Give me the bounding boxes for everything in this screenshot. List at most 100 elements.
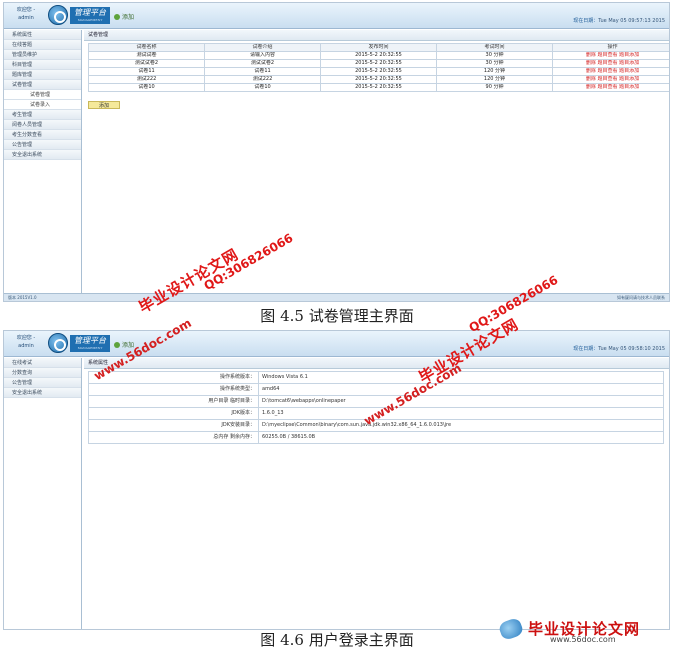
- table-cell: 测试222: [88, 75, 205, 84]
- table-cell: 90 分钟: [436, 83, 553, 92]
- top-bar: 欢迎您 - admin 管理平台 MANAGEMENT PLATFORM 添加 …: [4, 331, 669, 357]
- main-content: 系统属性 操作系统版本： Windows Vista 6.1 操作系统类型： a…: [84, 358, 669, 629]
- status-contact: 如有疑问请与技术人员联系: [617, 295, 665, 300]
- table-cell: 试卷11: [204, 67, 321, 76]
- brand-subtitle: MANAGEMENT PLATFORM: [77, 18, 103, 27]
- table-header-row: 试卷名称 试卷介绍 发布时间 考试时间 操作: [88, 43, 669, 52]
- sidebar-item-notice-management[interactable]: 公告管理: [4, 378, 81, 388]
- table-cell: 试卷10: [204, 83, 321, 92]
- column-header: 发布时间: [320, 43, 437, 52]
- column-header: 试卷介绍: [204, 43, 321, 52]
- sidebar-item-subject-management[interactable]: 科目管理: [4, 60, 81, 70]
- info-value: D:\myeclipse\Common\binary\com.sun.java.…: [258, 419, 664, 432]
- sidebar-item-grader-management[interactable]: 阅卷人员管理: [4, 120, 81, 130]
- sidebar-item-logout[interactable]: 安全退出系统: [4, 388, 81, 398]
- brand-title: 管理平台: [74, 8, 106, 17]
- panel-title: 系统属性: [84, 358, 669, 369]
- column-header: 考试时间: [436, 43, 553, 52]
- table-row: 试卷11 试卷11 2015-5-2 20:32:55 120 分钟 删除 题目…: [88, 67, 669, 76]
- table-cell: 2015-5-2 20:32:55: [320, 75, 437, 84]
- sidebar-item-question-bank[interactable]: 题库管理: [4, 70, 81, 80]
- info-value: D:\tomcat6\webapps\onlinepaper: [258, 395, 664, 408]
- brand-title: 管理平台: [74, 336, 106, 345]
- status-bar: 版本 2015V1.0 如有疑问请与技术人员联系: [4, 293, 669, 301]
- table-cell: 120 分钟: [436, 75, 553, 84]
- table-row: 测试试卷 请输入内容 2015-5-2 20:32:55 30 分钟 删除 题目…: [88, 51, 669, 60]
- table-cell: 测试试卷2: [204, 59, 321, 68]
- table-row: 总内存 剩余内存： 60255.0B / 38615.0B: [88, 431, 664, 444]
- figure-caption-1: 图 4.5 试卷管理主界面: [260, 307, 414, 325]
- top-bar: 欢迎您 - admin 管理平台 MANAGEMENT PLATFORM 添加 …: [4, 3, 669, 29]
- screenshot-exam-management: 欢迎您 - admin 管理平台 MANAGEMENT PLATFORM 添加 …: [3, 2, 670, 302]
- sidebar-subitem-exam-management[interactable]: 试卷管理: [4, 90, 81, 100]
- table-cell: 测试试卷: [88, 51, 205, 60]
- site-logo-url: www.56doc.com: [550, 635, 616, 644]
- table-cell: 30 分钟: [436, 59, 553, 68]
- main-content: 试卷管理 试卷名称 试卷介绍 发布时间 考试时间 操作 测试试卷 请输入内容 2…: [84, 30, 669, 301]
- column-header: 试卷名称: [88, 43, 205, 52]
- plus-icon: [114, 14, 120, 20]
- table-cell: 2015-5-2 20:32:55: [320, 59, 437, 68]
- table-row: 试卷10 试卷10 2015-5-2 20:32:55 90 分钟 删除 题目查…: [88, 83, 669, 92]
- table-cell: 2015-5-2 20:32:55: [320, 83, 437, 92]
- brand-logo: 管理平台 MANAGEMENT PLATFORM: [70, 335, 110, 355]
- table-cell: 2015-5-2 20:32:55: [320, 51, 437, 60]
- sidebar-subitem-exam-entry[interactable]: 试卷录入: [4, 100, 81, 110]
- logo-icon: [48, 333, 68, 353]
- info-value: 60255.0B / 38615.0B: [258, 431, 664, 444]
- row-actions[interactable]: 删除 题目查看 题目添加: [552, 67, 669, 76]
- sidebar-item-admin-maintenance[interactable]: 管理员维护: [4, 50, 81, 60]
- column-header: 操作: [552, 43, 669, 52]
- top-add-label: 添加: [122, 14, 135, 21]
- sidebar-item-score-query[interactable]: 分数查询: [4, 368, 81, 378]
- sidebar-item-system-properties[interactable]: 系统属性: [4, 30, 81, 40]
- sidebar-item-online-answer[interactable]: 在线答题: [4, 40, 81, 50]
- row-actions[interactable]: 删除 题目查看 题目添加: [552, 51, 669, 60]
- user-greeting-text: 欢迎您 -: [16, 7, 36, 13]
- sidebar: 在线考试 分数查询 公告管理 安全退出系统: [4, 358, 82, 629]
- site-logo: 毕业设计论文网 www.56doc.com: [497, 616, 668, 646]
- info-key: 用户目录 临时目录：: [88, 395, 259, 408]
- table-cell: 测试试卷2: [88, 59, 205, 68]
- user-name: admin: [18, 15, 34, 21]
- table-cell: 30 分钟: [436, 51, 553, 60]
- sidebar: 系统属性 在线答题 管理员维护 科目管理 题库管理 试卷管理 试卷管理 试卷录入…: [4, 30, 82, 301]
- status-version: 版本 2015V1.0: [8, 295, 37, 300]
- brand-logo: 管理平台 MANAGEMENT PLATFORM: [70, 7, 110, 27]
- sidebar-item-notice-management[interactable]: 公告管理: [4, 140, 81, 150]
- info-value: 1.6.0_13: [258, 407, 664, 420]
- info-key: 操作系统类型：: [88, 383, 259, 396]
- table-cell: 测试222: [204, 75, 321, 84]
- row-actions[interactable]: 删除 题目查看 题目添加: [552, 59, 669, 68]
- info-value: amd64: [258, 383, 664, 396]
- table-row: 用户目录 临时目录： D:\tomcat6\webapps\onlinepape…: [88, 395, 664, 408]
- date-label: 现在日期：: [573, 18, 599, 24]
- table-cell: 试卷10: [88, 83, 205, 92]
- exam-table: 试卷名称 试卷介绍 发布时间 考试时间 操作 测试试卷 请输入内容 2015-5…: [88, 43, 669, 92]
- table-cell: 试卷11: [88, 67, 205, 76]
- date-value: Tue May 05 09:58:10 2015: [598, 346, 665, 352]
- sidebar-item-exam-management[interactable]: 试卷管理: [4, 80, 81, 90]
- top-add-button[interactable]: 添加: [114, 12, 134, 21]
- sidebar-item-logout[interactable]: 安全退出系统: [4, 150, 81, 160]
- sidebar-item-student-management[interactable]: 考生管理: [4, 110, 81, 120]
- add-exam-button[interactable]: 添加: [88, 101, 120, 109]
- current-date: 现在日期：Tue May 05 09:57:13 2015: [573, 17, 665, 24]
- user-greeting: 欢迎您 - admin: [6, 6, 46, 26]
- row-actions[interactable]: 删除 题目查看 题目添加: [552, 83, 669, 92]
- site-logo-icon: [497, 616, 525, 642]
- table-row: 操作系统版本： Windows Vista 6.1: [88, 371, 664, 384]
- row-actions[interactable]: 删除 题目查看 题目添加: [552, 75, 669, 84]
- user-greeting: 欢迎您 - admin: [6, 334, 46, 354]
- sidebar-item-score-view[interactable]: 考生分数查看: [4, 130, 81, 140]
- table-cell: 120 分钟: [436, 67, 553, 76]
- table-row: 操作系统类型： amd64: [88, 383, 664, 396]
- date-label: 现在日期：: [573, 346, 599, 352]
- table-row: 测试试卷2 测试试卷2 2015-5-2 20:32:55 30 分钟 删除 题…: [88, 59, 669, 68]
- info-key: JDK版本：: [88, 407, 259, 420]
- sidebar-item-online-exam[interactable]: 在线考试: [4, 358, 81, 368]
- user-greeting-text: 欢迎您 -: [16, 335, 36, 341]
- brand-subtitle: MANAGEMENT PLATFORM: [77, 346, 103, 355]
- logo-icon: [48, 5, 68, 25]
- table-cell: 2015-5-2 20:32:55: [320, 67, 437, 76]
